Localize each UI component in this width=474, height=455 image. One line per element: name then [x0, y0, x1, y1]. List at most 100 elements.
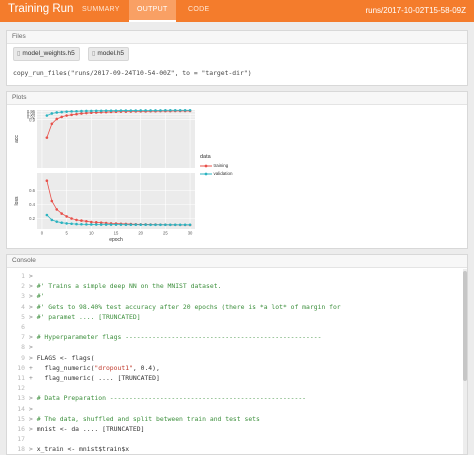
data-point-validation [169, 108, 172, 112]
file-chip-model-weights[interactable]: ▯ model_weights.h5 [13, 47, 80, 61]
console-prompt: > [29, 343, 37, 352]
x-tick-label: 15 [114, 231, 119, 236]
tab-output[interactable]: OUTPUT [129, 0, 176, 22]
code-comment: # Data Preparation ---------------------… [36, 394, 307, 403]
data-point-validation [149, 109, 152, 112]
data-point-validation [99, 223, 103, 226]
app-title[interactable]: Training Run [8, 3, 73, 15]
console-prompt: > [29, 302, 37, 311]
console-line: 10 + flag_numeric("dropout1", 0.4), [11, 363, 160, 373]
data-point-validation [55, 220, 59, 223]
legend-item-validation: validation [200, 170, 233, 178]
data-point-validation [124, 109, 128, 112]
legend-item-training: training [200, 162, 233, 170]
data-point-training [75, 218, 78, 222]
data-point-training [80, 112, 83, 115]
code-text: flag_numeric( [36, 363, 95, 372]
data-point-validation [183, 108, 187, 112]
data-point-validation [173, 108, 177, 112]
top-bar: Training Run SUMMARY OUTPUT CODE runs/20… [0, 0, 474, 22]
console-scrollbar-thumb[interactable] [463, 271, 467, 381]
data-point-training [45, 179, 49, 182]
line-number: 1 [21, 272, 25, 280]
data-point-validation [149, 223, 152, 227]
data-point-training [80, 219, 83, 222]
code-text: flag_numeric( .... [TRUNCATED] [36, 374, 160, 382]
console-prompt [29, 435, 37, 443]
tab-code[interactable]: CODE [188, 6, 209, 13]
data-point-validation [60, 221, 63, 224]
console-line: 5 > #' paramet .... [TRUNCATED] [11, 312, 141, 322]
data-point-validation [99, 109, 103, 113]
data-point-validation [94, 109, 98, 113]
data-point-validation [70, 110, 73, 113]
data-point-training [60, 115, 63, 119]
data-point-training [65, 215, 68, 218]
line-number: 4 [21, 302, 25, 311]
code-comment: #' paramet .... [TRUNCATED] [36, 312, 141, 321]
legend: data training validation [200, 154, 233, 178]
console-line: 3 > #' [11, 291, 44, 301]
line-number: 15 [17, 414, 25, 423]
console-line: 11 + flag_numeric( .... [TRUNCATED] [11, 373, 160, 383]
data-point-validation [139, 223, 142, 227]
console-line: 2 > #' Trains a simple deep NN on the MNI… [11, 281, 221, 291]
data-point-validation [169, 223, 172, 227]
data-point-validation [90, 109, 93, 113]
line-number: 18 [17, 445, 25, 454]
data-point-validation [188, 223, 192, 227]
data-point-validation [119, 223, 123, 226]
data-point-validation [183, 223, 187, 227]
tab-summary[interactable]: SUMMARY [82, 6, 120, 13]
file-chip-label: model_weights.h5 [22, 50, 75, 57]
legend-key-validation [200, 172, 212, 175]
line-number: 17 [17, 435, 25, 444]
line-number: 12 [17, 384, 25, 393]
console-prompt: + [29, 374, 37, 382]
data-point-validation [178, 223, 182, 227]
data-point-validation [45, 114, 49, 117]
data-point-training [85, 220, 88, 223]
code-text: mnist <- da .... [TRUNCATED] [36, 425, 145, 433]
data-point-validation [134, 109, 138, 112]
line-number: 10 [17, 363, 25, 372]
data-point-validation [75, 109, 78, 113]
console-line: 13 > # Data Preparation -----------------… [11, 393, 306, 403]
code-comment: # Hyperparameter flags -----------------… [36, 333, 322, 342]
console-prompt: > [29, 333, 37, 342]
y-tick-label: 0.6 [29, 188, 35, 193]
data-point-validation [114, 223, 118, 226]
y-tick-label: 0.4 [29, 202, 35, 207]
x-axis-label: epoch [109, 237, 123, 243]
data-point-validation [134, 223, 138, 227]
files-panel: Files ▯ model_weights.h5 ▯ model.h5 copy_r… [6, 30, 468, 86]
y-tick-label: 0.2 [29, 216, 35, 221]
code-comment: #' Gets to 98.40% test accuracy after 20… [36, 302, 341, 311]
data-point-validation [144, 109, 147, 112]
data-point-training [55, 208, 59, 211]
line-number: 14 [17, 404, 25, 413]
console-line: 12 [11, 383, 37, 393]
data-point-validation [164, 223, 167, 227]
line-number: 8 [21, 343, 25, 352]
data-point-validation [129, 109, 133, 112]
y-tick-label: 0.96 [27, 109, 36, 114]
code-comment: # The data, shuffled and split between t… [36, 414, 260, 423]
x-tick-label: 5 [65, 231, 68, 236]
file-icon: ▯ [17, 51, 21, 57]
data-point-validation [144, 223, 147, 227]
data-point-validation [55, 111, 59, 114]
data-point-validation [70, 222, 73, 226]
console-prompt: > [29, 272, 37, 280]
data-point-validation [129, 223, 133, 227]
file-chip-model[interactable]: ▯ model.h5 [88, 47, 130, 61]
x-tick-label: 25 [163, 231, 168, 236]
data-point-validation [119, 109, 123, 112]
data-point-validation [188, 108, 192, 112]
data-point-validation [85, 109, 88, 113]
console-heading: Console [7, 255, 467, 268]
line-number: 3 [21, 292, 25, 301]
console-prompt [29, 323, 37, 331]
data-point-training [45, 136, 49, 139]
data-point-validation [65, 110, 68, 113]
